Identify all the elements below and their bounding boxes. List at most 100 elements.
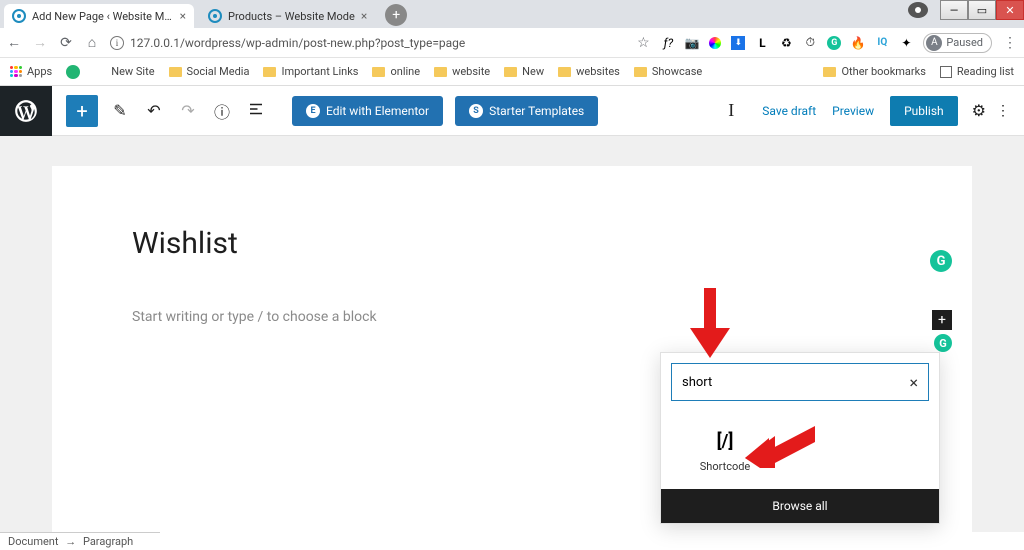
bookmark-folder[interactable]: website xyxy=(434,65,490,78)
ext-icon[interactable]: IQ xyxy=(875,36,889,50)
grammarly-icon[interactable]: G xyxy=(934,334,952,352)
url-field[interactable]: i 127.0.0.1/wordpress/wp-admin/post-new.… xyxy=(110,36,625,50)
back-icon[interactable]: ← xyxy=(6,34,22,51)
breadcrumb-document[interactable]: Document xyxy=(8,535,58,548)
breadcrumb-separator: → xyxy=(65,535,76,548)
browse-all-button[interactable]: Browse all xyxy=(661,489,939,523)
inline-add-block-button[interactable]: + xyxy=(932,310,952,330)
folder-icon xyxy=(169,67,182,77)
url-text: 127.0.0.1/wordpress/wp-admin/post-new.ph… xyxy=(130,36,465,50)
other-bookmarks[interactable]: Other bookmarks xyxy=(823,65,925,78)
close-window-button[interactable]: ✕ xyxy=(996,0,1024,20)
address-bar: ← → ⟳ ⌂ i 127.0.0.1/wordpress/wp-admin/p… xyxy=(0,28,1024,58)
details-icon[interactable]: ⓘ xyxy=(210,99,234,123)
breadcrumb-block[interactable]: Paragraph xyxy=(83,535,133,548)
ext-icon[interactable]: L xyxy=(755,36,769,50)
preview-link[interactable]: Preview xyxy=(832,104,874,118)
folder-icon xyxy=(372,67,385,77)
bookmark-folder[interactable]: Showcase xyxy=(634,65,702,78)
bookmarks-bar: Apps New Site Social Media Important Lin… xyxy=(0,58,1024,86)
home-icon[interactable]: ⌂ xyxy=(84,34,100,51)
forward-icon[interactable]: → xyxy=(32,34,48,51)
favicon-icon xyxy=(12,9,26,23)
add-block-button[interactable]: + xyxy=(66,95,98,127)
bookmark-item[interactable] xyxy=(66,65,80,79)
reading-list-icon xyxy=(940,66,952,78)
page-title[interactable]: Wishlist xyxy=(132,226,892,261)
ext-icon[interactable]: ⬇ xyxy=(731,36,745,50)
profile-paused-button[interactable]: A Paused xyxy=(923,33,992,53)
bookmark-label: New xyxy=(522,65,544,78)
tab-close-icon[interactable]: × xyxy=(180,9,186,23)
bookmark-label: online xyxy=(390,65,420,78)
bookmark-label: Showcase xyxy=(652,65,702,78)
annotation-arrow xyxy=(690,288,730,362)
edit-mode-icon[interactable]: ✎ xyxy=(108,101,132,120)
outline-icon[interactable] xyxy=(244,100,268,122)
bookmark-label: Social Media xyxy=(187,65,250,78)
annotation-arrow xyxy=(745,418,815,472)
bookmark-label: Other bookmarks xyxy=(841,65,925,78)
favicon-icon xyxy=(208,9,222,23)
bookmark-label: websites xyxy=(576,65,620,78)
ext-icon[interactable]: 📷 xyxy=(685,36,699,50)
grammarly-ext-icon[interactable]: G xyxy=(827,36,841,50)
record-indicator xyxy=(908,2,928,18)
extensions-puzzle-icon[interactable]: ✦ xyxy=(899,36,913,50)
browser-tab[interactable]: Products – Website Mode × xyxy=(200,4,375,28)
site-info-icon[interactable]: i xyxy=(110,36,124,50)
avatar-icon: A xyxy=(926,35,942,51)
editor-top-bar: + ✎ ↶ ↷ ⓘ E Edit with Elementor SStarter … xyxy=(0,86,1024,136)
tab-title: Add New Page ‹ Website Mode xyxy=(32,10,174,23)
bookmark-folder[interactable]: Social Media xyxy=(169,65,250,78)
browser-menu-icon[interactable]: ⋮ xyxy=(1002,35,1018,51)
site-icon xyxy=(66,65,80,79)
tab-close-icon[interactable]: × xyxy=(361,9,367,23)
bookmark-item[interactable]: New Site xyxy=(94,65,154,78)
bookmark-folder[interactable]: New xyxy=(504,65,544,78)
folder-icon xyxy=(823,67,836,77)
starter-templates-button[interactable]: SStarter Templates xyxy=(455,96,598,126)
bookmark-folder[interactable]: Important Links xyxy=(263,65,358,78)
button-label: Edit with Elementor xyxy=(326,104,429,118)
bookmark-folder[interactable]: websites xyxy=(558,65,620,78)
block-placeholder[interactable]: Start writing or type / to choose a bloc… xyxy=(132,309,892,325)
new-tab-button[interactable]: + xyxy=(385,4,407,26)
bookmark-folder[interactable]: online xyxy=(372,65,420,78)
star-icon[interactable]: ☆ xyxy=(635,35,651,51)
elementor-icon: E xyxy=(306,104,320,118)
settings-gear-icon[interactable]: ⚙ xyxy=(972,101,986,120)
browser-tabstrip: Add New Page ‹ Website Mode × Products –… xyxy=(0,0,1024,28)
bookmark-label: Important Links xyxy=(281,65,358,78)
undo-icon[interactable]: ↶ xyxy=(142,101,166,120)
publish-button[interactable]: Publish xyxy=(890,96,958,126)
inserter-search-field[interactable]: × xyxy=(671,363,929,401)
options-menu-icon[interactable]: ⋮ xyxy=(996,103,1010,119)
inserter-search-input[interactable] xyxy=(682,375,909,390)
window-controls: — ▭ ✕ xyxy=(940,0,1024,20)
tab-title: Products – Website Mode xyxy=(228,10,355,23)
edit-elementor-button[interactable]: E Edit with Elementor xyxy=(292,96,443,126)
redo-icon[interactable]: ↷ xyxy=(176,101,200,120)
ext-icon[interactable]: 🔥 xyxy=(851,36,865,50)
browser-tab-active[interactable]: Add New Page ‹ Website Mode × xyxy=(4,4,194,28)
ext-icon[interactable]: ♻ xyxy=(779,36,793,50)
ext-icon[interactable] xyxy=(709,37,721,49)
extensions-area: ƒ? 📷 ⬇ L ♻ ⏱ G 🔥 IQ ✦ A Paused ⋮ xyxy=(661,33,1018,53)
minimize-button[interactable]: — xyxy=(940,0,968,20)
clear-search-icon[interactable]: × xyxy=(909,373,918,392)
reload-icon[interactable]: ⟳ xyxy=(58,35,74,51)
maximize-button[interactable]: ▭ xyxy=(968,0,996,20)
reading-list[interactable]: Reading list xyxy=(940,65,1014,78)
bookmark-label: New Site xyxy=(111,65,154,78)
save-draft-link[interactable]: Save draft xyxy=(762,104,816,118)
editor-breadcrumb[interactable]: Document → Paragraph xyxy=(0,532,160,550)
ext-icon[interactable]: ⏱ xyxy=(803,36,817,50)
folder-icon xyxy=(504,67,517,77)
ext-icon[interactable]: ƒ? xyxy=(661,36,675,50)
apps-shortcut[interactable]: Apps xyxy=(10,65,52,78)
starter-icon: S xyxy=(469,104,483,118)
wordpress-logo[interactable] xyxy=(0,86,52,136)
wordpress-icon xyxy=(13,98,39,124)
grammarly-icon[interactable]: G xyxy=(930,250,952,272)
